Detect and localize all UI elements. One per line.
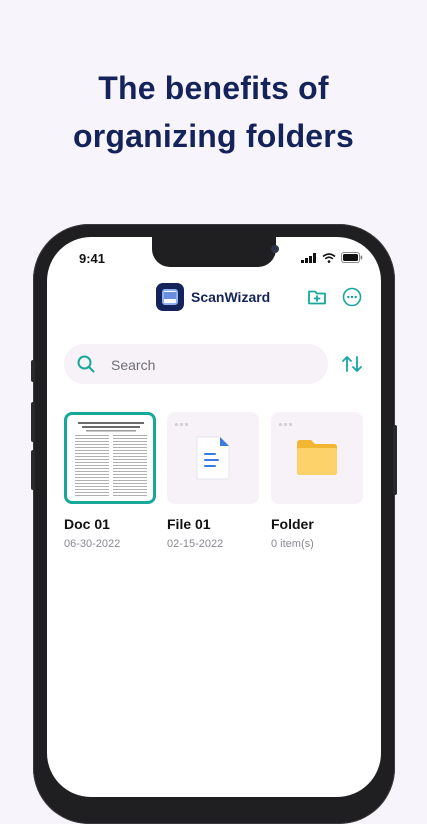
phone-volume-down-button [31, 450, 35, 490]
phone-power-button [393, 425, 397, 495]
signal-icon [301, 252, 316, 263]
wifi-icon [322, 252, 336, 263]
headline-line-1: The benefits of [98, 70, 329, 106]
text-file-icon [196, 436, 230, 480]
search-input[interactable] [109, 344, 313, 386]
item-menu-dots-icon[interactable] [279, 423, 292, 426]
item-name: Doc 01 [64, 516, 110, 532]
front-camera [271, 245, 279, 253]
app-header: ScanWizard [47, 281, 381, 315]
new-folder-icon[interactable] [306, 286, 328, 308]
more-options-icon[interactable] [341, 286, 363, 308]
file-item-folder[interactable]: Folder 0 item(s) [271, 412, 363, 550]
item-count: 0 item(s) [271, 538, 314, 550]
app-title: ScanWizard [191, 289, 271, 305]
headline-line-2: organizing folders [73, 118, 354, 154]
phone-side-button [31, 360, 35, 382]
search-bar[interactable] [64, 344, 328, 386]
item-date: 02-15-2022 [167, 538, 224, 550]
phone-screen: 9:41 ScanWizard Search Doc 01 06-30-2022… [47, 237, 381, 797]
folder-icon [297, 440, 337, 475]
doc-thumbnail[interactable] [64, 412, 156, 504]
sort-icon[interactable] [341, 354, 363, 374]
item-menu-dots-icon[interactable] [175, 423, 188, 426]
phone-volume-up-button [31, 402, 35, 442]
status-time: 9:41 [79, 251, 106, 266]
battery-icon [341, 252, 363, 263]
status-icons [301, 252, 363, 263]
notch [152, 237, 279, 267]
item-date: 06-30-2022 [64, 538, 121, 550]
file-item-doc[interactable]: Doc 01 06-30-2022 [64, 412, 156, 550]
document-preview-icon [72, 419, 150, 499]
promo-headline: The benefits of organizing folders [0, 64, 427, 160]
app-logo-icon [156, 283, 184, 311]
folder-thumbnail[interactable] [271, 412, 363, 504]
item-name: File 01 [167, 516, 211, 532]
file-item-file[interactable]: File 01 02-15-2022 [167, 412, 259, 550]
search-icon [77, 355, 95, 373]
file-thumbnail[interactable] [167, 412, 259, 504]
item-name: Folder [271, 516, 314, 532]
